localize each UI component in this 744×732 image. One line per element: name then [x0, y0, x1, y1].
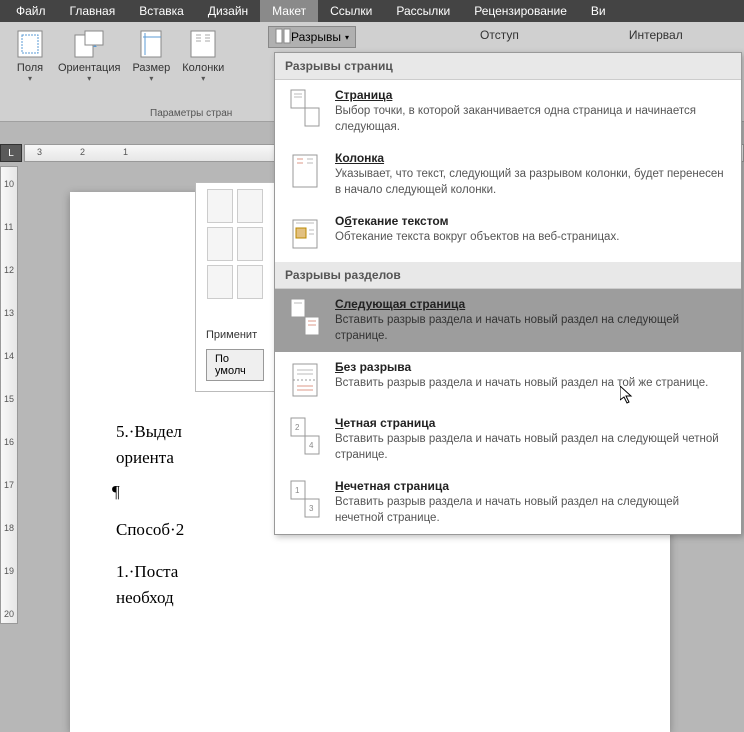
menu-home[interactable]: Главная: [58, 0, 128, 22]
dd-section-section-breaks: Разрывы разделов: [275, 262, 741, 289]
continuous-break-icon: [285, 360, 325, 400]
indent-label: Отступ: [480, 28, 519, 42]
dd-next-page[interactable]: Следующая страница Вставить разрыв разде…: [275, 289, 741, 352]
ribbon-section-labels: Отступ Интервал: [480, 28, 683, 42]
breaks-dropdown: Разрывы страниц Страница Выбор точки, в …: [274, 52, 742, 535]
menu-mailings[interactable]: Рассылки: [384, 0, 462, 22]
default-button[interactable]: По умолч: [206, 349, 264, 381]
ribbon-group-caption: Параметры стран: [150, 108, 232, 119]
preview-thumb: [237, 227, 263, 261]
orientation-icon: [73, 28, 105, 60]
dd-textwrap[interactable]: Обтекание текстом Обтекание текста вокру…: [275, 206, 741, 262]
tab-selector[interactable]: L: [0, 144, 22, 162]
document-text: ориента: [116, 448, 174, 468]
svg-text:2: 2: [295, 423, 300, 432]
document-text: 1.·Поста: [116, 562, 178, 582]
menu-references[interactable]: Ссылки: [318, 0, 384, 22]
apply-to-label: Применит: [206, 329, 264, 341]
dd-section-page-breaks: Разрывы страниц: [275, 53, 741, 80]
dd-page[interactable]: Страница Выбор точки, в которой заканчив…: [275, 80, 741, 143]
menubar: Файл Главная Вставка Дизайн Макет Ссылки…: [0, 0, 744, 22]
menu-view[interactable]: Ви: [579, 0, 618, 22]
menu-file[interactable]: Файл: [4, 0, 58, 22]
preview-thumb: [237, 265, 263, 299]
page-break-icon: [285, 88, 325, 128]
spacing-label: Интервал: [629, 28, 683, 42]
svg-text:4: 4: [309, 441, 314, 450]
document-text: необход: [116, 588, 174, 608]
dd-column[interactable]: Колонка Указывает, что текст, следующий …: [275, 143, 741, 206]
document-text: Способ·2: [116, 520, 184, 540]
evenpage-break-icon: 24: [285, 416, 325, 456]
preview-thumb: [207, 265, 233, 299]
margins-icon: [14, 28, 46, 60]
columns-icon: [187, 28, 219, 60]
svg-text:3: 3: [309, 504, 314, 513]
menu-design[interactable]: Дизайн: [196, 0, 260, 22]
oddpage-break-icon: 13: [285, 479, 325, 519]
menu-insert[interactable]: Вставка: [127, 0, 196, 22]
preview-thumb: [207, 227, 233, 261]
columns-button[interactable]: Колонки ▾: [176, 26, 230, 85]
size-button[interactable]: Размер ▾: [126, 26, 176, 85]
size-icon: [135, 28, 167, 60]
column-break-icon: [285, 151, 325, 191]
document-text: 5.·Выдел: [116, 422, 182, 442]
dd-odd-page[interactable]: 13 Нечетная страница Вставить разрыв раз…: [275, 471, 741, 534]
menu-review[interactable]: Рецензирование: [462, 0, 579, 22]
page-setup-panel: Применит По умолч: [195, 182, 275, 392]
preview-thumb: [237, 189, 263, 223]
preview-thumb: [207, 189, 233, 223]
pilcrow: ¶: [112, 482, 120, 502]
dd-continuous[interactable]: Без разрыва Вставить разрыв раздела и на…: [275, 352, 741, 408]
breaks-icon: [275, 28, 291, 47]
nextpage-break-icon: [285, 297, 325, 337]
breaks-button[interactable]: Разрывы ▾: [268, 26, 356, 48]
menu-layout[interactable]: Макет: [260, 0, 318, 22]
orientation-button[interactable]: Ориентация ▾: [52, 26, 126, 85]
svg-text:1: 1: [295, 486, 300, 495]
dd-even-page[interactable]: 24 Четная страница Вставить разрыв разде…: [275, 408, 741, 471]
margins-button[interactable]: Поля ▾: [8, 26, 52, 85]
vertical-ruler[interactable]: 10 11 12 13 14 15 16 17 18 19 20: [0, 166, 18, 624]
textwrap-break-icon: [285, 214, 325, 254]
